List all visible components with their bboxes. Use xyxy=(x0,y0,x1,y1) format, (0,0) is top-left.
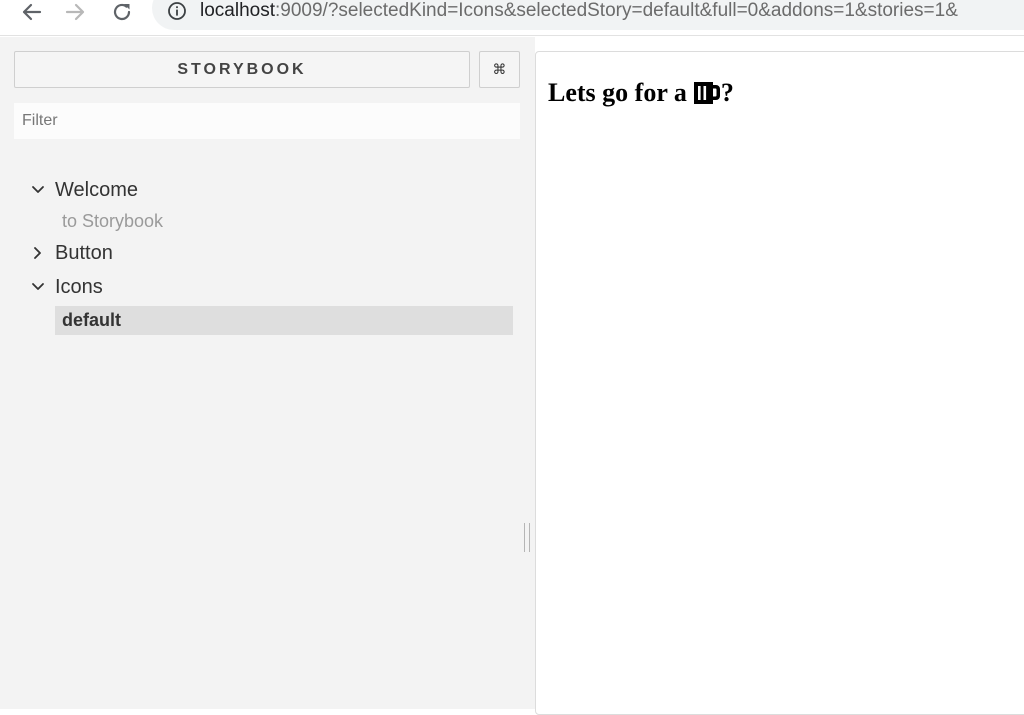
tree-kind-label: Icons xyxy=(55,275,103,298)
info-icon[interactable] xyxy=(167,1,187,21)
reload-icon xyxy=(113,3,131,21)
chevron-right-icon xyxy=(28,243,48,263)
arrow-right-icon xyxy=(65,3,85,21)
arrow-left-icon xyxy=(22,3,42,21)
tree-story-to-storybook[interactable]: to Storybook xyxy=(55,207,513,236)
forward-button[interactable] xyxy=(61,0,91,24)
url-text[interactable]: localhost:9009/?selectedKind=Icons&selec… xyxy=(200,0,958,23)
beer-mug-icon xyxy=(693,82,720,104)
chevron-down-icon xyxy=(28,277,48,297)
tree-kind-button[interactable]: Button xyxy=(28,240,113,266)
preview-heading: Lets go for a ? xyxy=(548,78,734,108)
tree-kind-label: Button xyxy=(55,241,113,264)
storybook-brand-button[interactable]: STORYBOOK xyxy=(14,51,470,88)
keyboard-shortcuts-button[interactable]: ⌘ xyxy=(479,51,520,88)
url-path: :9009/?selectedKind=Icons&selectedStory=… xyxy=(275,0,958,21)
command-key-icon: ⌘ xyxy=(492,61,507,77)
back-button[interactable] xyxy=(16,0,46,24)
story-preview: Lets go for a ? xyxy=(535,51,1024,715)
preview-heading-text: Lets go for a xyxy=(548,78,687,107)
preview-heading-suffix: ? xyxy=(720,78,734,107)
tree-kind-icons[interactable]: Icons xyxy=(28,274,103,300)
reload-button[interactable] xyxy=(107,0,137,24)
chevron-down-icon xyxy=(28,180,48,200)
filter-input[interactable] xyxy=(14,103,520,139)
tree-kind-label: Welcome xyxy=(55,178,138,201)
browser-toolbar: localhost:9009/?selectedKind=Icons&selec… xyxy=(0,0,1024,36)
tree-kind-welcome[interactable]: Welcome xyxy=(28,177,138,203)
storybook-sidebar: STORYBOOK ⌘ Welcome to Storybook Button … xyxy=(0,37,535,709)
url-host: localhost xyxy=(200,0,275,21)
panel-resize-handle[interactable] xyxy=(524,523,530,552)
tree-story-default[interactable]: default xyxy=(55,306,513,335)
